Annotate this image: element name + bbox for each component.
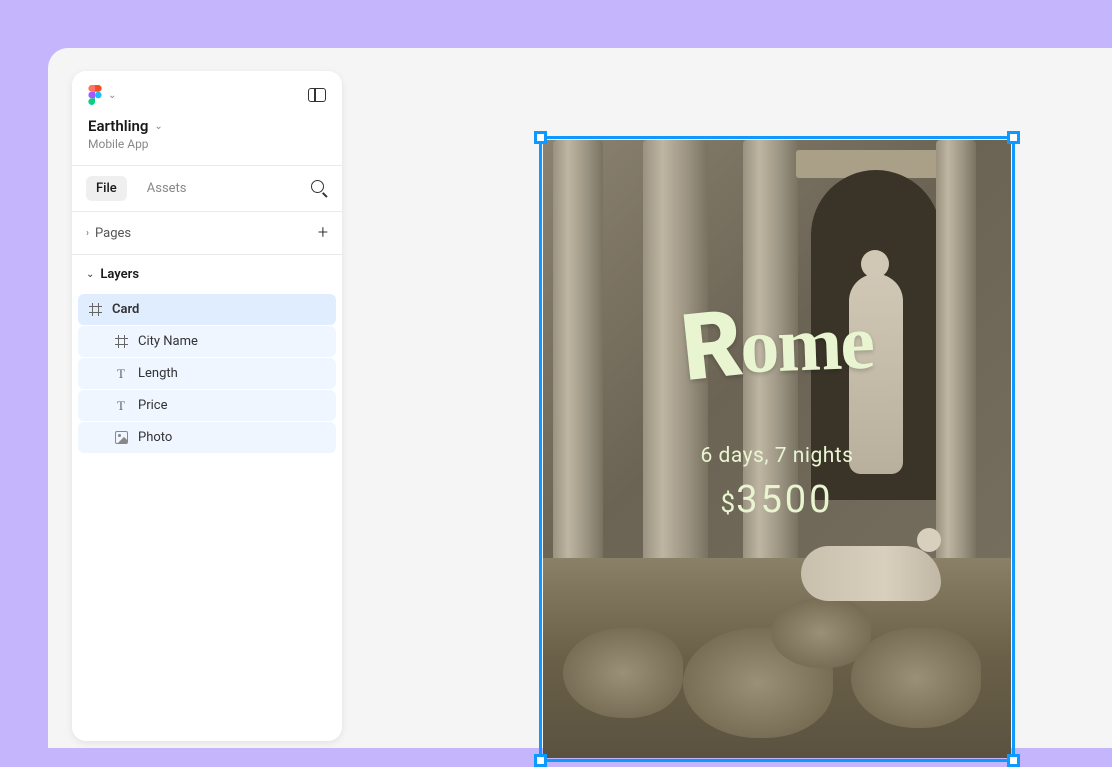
pages-label: Pages — [95, 226, 312, 241]
panel-toggle-button[interactable] — [308, 88, 326, 102]
card-text-overlay: Rome 6 days, 7 nights $3500 — [543, 140, 1011, 758]
image-icon — [114, 431, 128, 445]
figma-menu-button[interactable]: ⌄ — [88, 85, 116, 105]
layer-item-length[interactable]: T Length — [78, 358, 336, 389]
layer-label: Length — [138, 366, 178, 381]
left-sidebar: ⌄ Earthling ⌄ Mobile App File Assets › P… — [72, 71, 342, 741]
frame-icon — [88, 303, 102, 317]
price-text[interactable]: $3500 — [720, 478, 833, 522]
pages-section-header[interactable]: › Pages + — [72, 212, 342, 254]
layer-label: Price — [138, 398, 167, 413]
frame-icon — [114, 335, 128, 349]
length-text[interactable]: 6 days, 7 nights — [700, 444, 853, 468]
layer-item-city-name[interactable]: City Name — [78, 326, 336, 357]
layer-item-card[interactable]: Card — [78, 294, 336, 325]
city-name-text[interactable]: Rome — [680, 283, 874, 397]
chevron-down-icon: ⌄ — [86, 269, 94, 280]
tab-file[interactable]: File — [86, 176, 127, 201]
card-frame[interactable]: Rome 6 days, 7 nights $3500 — [543, 140, 1011, 758]
chevron-down-icon: ⌄ — [108, 90, 116, 101]
layer-label: Card — [112, 302, 139, 317]
layer-item-price[interactable]: T Price — [78, 390, 336, 421]
chevron-down-icon: ⌄ — [154, 121, 162, 132]
layer-label: Photo — [138, 430, 172, 445]
layer-label: City Name — [138, 334, 198, 349]
project-title: Earthling — [88, 117, 148, 135]
layers-section-header[interactable]: ⌄ Layers — [72, 255, 342, 294]
layer-list: Card City Name T Length T Price Photo — [72, 294, 342, 453]
tab-assets[interactable]: Assets — [137, 176, 197, 201]
add-page-button[interactable]: + — [318, 224, 328, 242]
figma-logo-icon — [88, 85, 102, 105]
project-title-dropdown[interactable]: Earthling ⌄ — [88, 117, 326, 135]
text-icon: T — [114, 367, 128, 381]
project-subtitle: Mobile App — [88, 137, 326, 151]
text-icon: T — [114, 399, 128, 413]
chevron-right-icon: › — [86, 228, 89, 239]
layer-item-photo[interactable]: Photo — [78, 422, 336, 453]
search-icon[interactable] — [311, 180, 328, 197]
layers-label: Layers — [100, 267, 139, 282]
